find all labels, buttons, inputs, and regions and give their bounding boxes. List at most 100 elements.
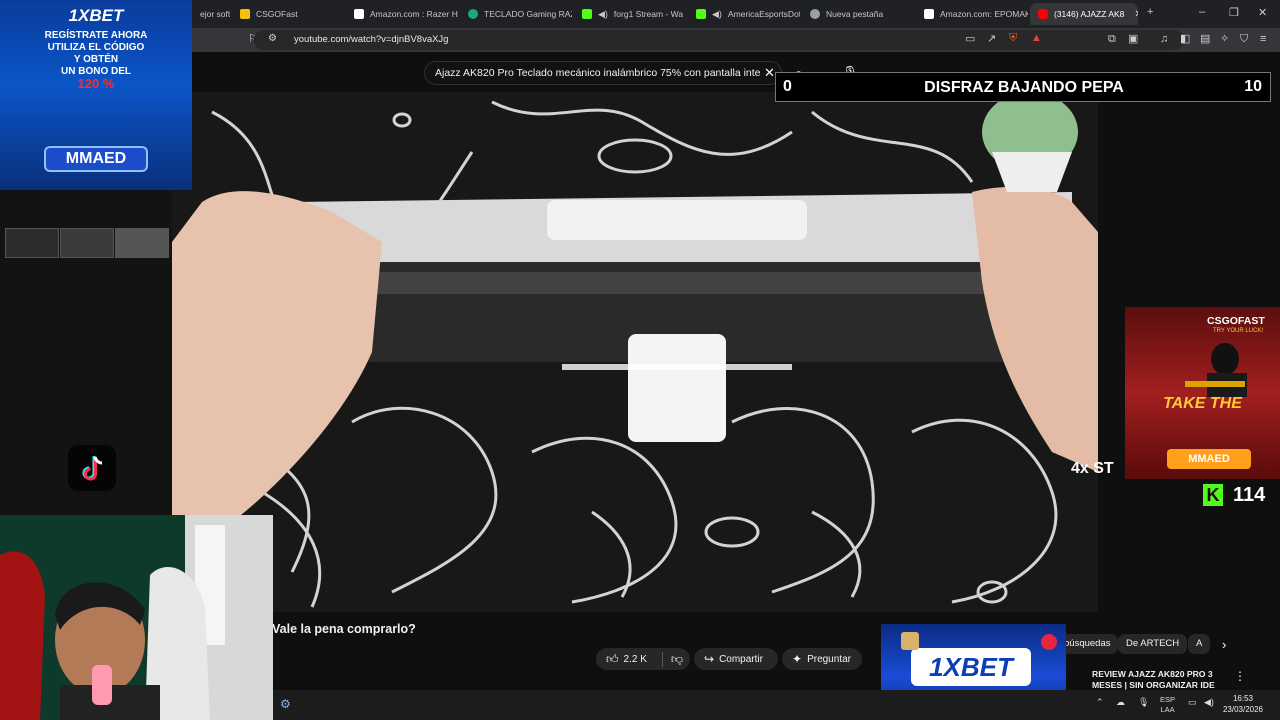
share-icon[interactable]: ↗ <box>987 34 996 45</box>
csgofast-tagline: TRY YOUR LUCK! <box>1213 328 1264 334</box>
tab-amazon-epomaker[interactable]: Amazon.com: EPOMAK <box>916 3 1028 25</box>
promo-line: Y OBTÉN <box>73 54 119 65</box>
shield-favicon-icon <box>810 9 820 19</box>
leo-ai-icon[interactable]: ✧ <box>1220 34 1229 45</box>
amazon-favicon-icon <box>924 9 934 19</box>
tab-label: TECLADO Gaming RAZ <box>484 9 572 19</box>
viewer-count: 114 <box>1233 484 1266 506</box>
cast-icon[interactable]: ▭ <box>965 34 975 45</box>
1xbet-ad-banner: 1XBET REGÍSTRATE AHORA UTILIZA EL CÓDIGO… <box>0 0 192 190</box>
tiktok-logo-icon <box>68 445 116 491</box>
tab-new-tab[interactable]: Nueva pestaña <box>802 3 914 25</box>
csgofast-favicon-icon <box>240 9 250 19</box>
tab-teclado-gaming[interactable]: TECLADO Gaming RAZ <box>460 3 572 25</box>
thumbs-down-icon[interactable]: 👎︎ <box>661 651 683 667</box>
tab-amazon-razer[interactable]: Amazon.com : Razer H <box>346 3 458 25</box>
like-button[interactable]: 👍︎ 2.2 K 👎︎ <box>596 648 690 670</box>
media-icon[interactable]: ♫ <box>1160 34 1168 45</box>
kick-favicon-icon <box>582 9 592 19</box>
chest-icon <box>901 632 919 650</box>
scoreboard-overlay: 0 DISFRAZ BAJANDO PEPA 10 <box>775 72 1271 102</box>
tab-label: forg1 Stream - Wa <box>613 9 684 19</box>
screenshot-icon[interactable]: ▣ <box>1128 34 1138 45</box>
windows-taskbar <box>273 690 1280 720</box>
site-favicon-icon <box>468 9 478 19</box>
maximize-button[interactable]: ❐ <box>1229 6 1239 19</box>
system-clock[interactable]: 16:53 23/03/2026 <box>1218 693 1268 715</box>
thumbs-up-icon: 👍︎ <box>606 651 619 666</box>
like-count: 2.2 K <box>623 653 647 665</box>
lang-code: ESP <box>1160 695 1176 704</box>
chip-de-artech[interactable]: De ARTECH <box>1118 634 1188 654</box>
promo-line: REGÍSTRATE AHORA <box>44 30 148 41</box>
volume-icon[interactable]: ◀) <box>1204 697 1214 708</box>
video-thumbnail <box>115 228 169 258</box>
omnibox[interactable]: ⚙ youtube.com/watch?v=djnBV8vaXJg ▭ ↗ ⛨ … <box>254 30 1184 50</box>
recommended-video-title[interactable]: REVIEW AJAZZ AK820 PRO 3 MESES | SIN ORG… <box>1092 669 1232 691</box>
promo-code: MMAED <box>44 146 148 172</box>
more-options-icon[interactable]: ⋮ <box>1234 670 1246 682</box>
sidebar-icon[interactable]: ◧ <box>1180 34 1190 45</box>
settings-gear-icon[interactable]: ⚙ <box>280 697 291 711</box>
close-window-button[interactable]: ✕ <box>1258 6 1267 19</box>
video-thumbnail <box>5 228 59 258</box>
tab-forg1-stream[interactable]: ◀) forg1 Stream - Wa <box>574 3 686 25</box>
language-indicator[interactable]: ESP LAA <box>1160 695 1175 715</box>
soldier-art <box>1185 343 1247 397</box>
csgofast-ad-banner: CSGOFAST TRY YOUR LUCK! TAKE THE MMAED <box>1125 307 1280 479</box>
clock-date: 23/03/2026 <box>1222 705 1264 714</box>
extensions-icon[interactable]: ⧉ <box>1108 34 1116 45</box>
brave-shield-icon[interactable]: ⛨ <box>1009 33 1017 44</box>
vpn-icon[interactable]: ⛉ <box>1240 34 1248 45</box>
speaker-icon: ◀) <box>712 8 722 19</box>
share-arrow-icon: ↪ <box>704 652 715 666</box>
promo-code: MMAED <box>1167 449 1251 469</box>
promo-percent: 120 % <box>77 76 115 91</box>
tab-label: Nueva pestaña <box>826 9 884 19</box>
share-button[interactable]: ↪ Compartir <box>694 648 778 670</box>
onedrive-cloud-icon[interactable]: ☁ <box>1116 697 1125 708</box>
kick-favicon-icon <box>696 9 706 19</box>
tab-youtube-active[interactable]: (3146) AJAZZ AK8 ✕ <box>1030 3 1138 25</box>
tab-label: (3146) AJAZZ AK8 <box>1054 9 1125 19</box>
csgofast-logo: CSGOFAST <box>1207 315 1265 327</box>
scoreboard-title: DISFRAZ BAJANDO PEPA <box>924 79 1124 96</box>
gem-icon <box>1041 634 1057 650</box>
tab-america-esports[interactable]: ◀) AmericaEsportsDot <box>688 3 800 25</box>
menu-icon[interactable]: ≡ <box>1260 34 1266 45</box>
tab-software[interactable]: ejor soft <box>192 3 230 25</box>
clock-time: 16:53 <box>1232 694 1254 703</box>
site-info-icon[interactable]: ⚙ <box>268 34 277 44</box>
tab-csgofast[interactable]: CSGOFast <box>232 3 344 25</box>
close-tab-icon[interactable]: ✕ <box>1134 9 1138 20</box>
network-icon[interactable]: ▭ <box>1188 697 1197 708</box>
minimize-button[interactable]: – <box>1199 6 1205 18</box>
microphone-icon[interactable]: 🎙 <box>1138 697 1149 708</box>
lang-layout: LAA <box>1160 705 1175 714</box>
youtube-favicon-icon <box>1038 9 1048 19</box>
chevron-right-icon[interactable]: › <box>1222 638 1226 651</box>
new-tab-button[interactable]: + <box>1147 6 1153 18</box>
url-text[interactable]: youtube.com/watch?v=djnBV8vaXJg <box>294 34 448 45</box>
ask-label: Preguntar <box>807 653 851 665</box>
video-thumbnail <box>60 228 114 258</box>
sparkle-icon: ✦ <box>792 652 803 666</box>
chip-a[interactable]: A <box>1188 634 1210 654</box>
tray-chevron-up-icon[interactable]: ⌃ <box>1096 697 1104 708</box>
video-title: Vale la pena comprarlo? <box>272 622 416 636</box>
tab-label: ejor soft <box>200 9 230 19</box>
1xbet-logo: 1XBET <box>911 648 1031 686</box>
ask-button[interactable]: ✦ Preguntar <box>782 648 862 670</box>
clear-search-icon[interactable]: ✕ <box>764 66 775 79</box>
tab-label: Amazon.com : Razer H <box>370 9 458 19</box>
tab-label: Amazon.com: EPOMAK <box>940 9 1028 19</box>
browser-tab-bar: ejor soft CSGOFast Amazon.com : Razer H … <box>0 0 1280 28</box>
wallet-icon[interactable]: ▤ <box>1200 34 1210 45</box>
kick-logo-icon: K <box>1203 484 1223 506</box>
tab-label: CSGOFast <box>256 9 298 19</box>
brave-rewards-icon[interactable]: ▲ <box>1031 33 1042 44</box>
video-player[interactable] <box>172 92 1098 612</box>
search-input[interactable]: Ajazz AK820 Pro Teclado mecánico inalámb… <box>424 61 782 85</box>
amazon-favicon-icon <box>354 9 364 19</box>
tab-label: AmericaEsportsDot <box>727 9 800 19</box>
